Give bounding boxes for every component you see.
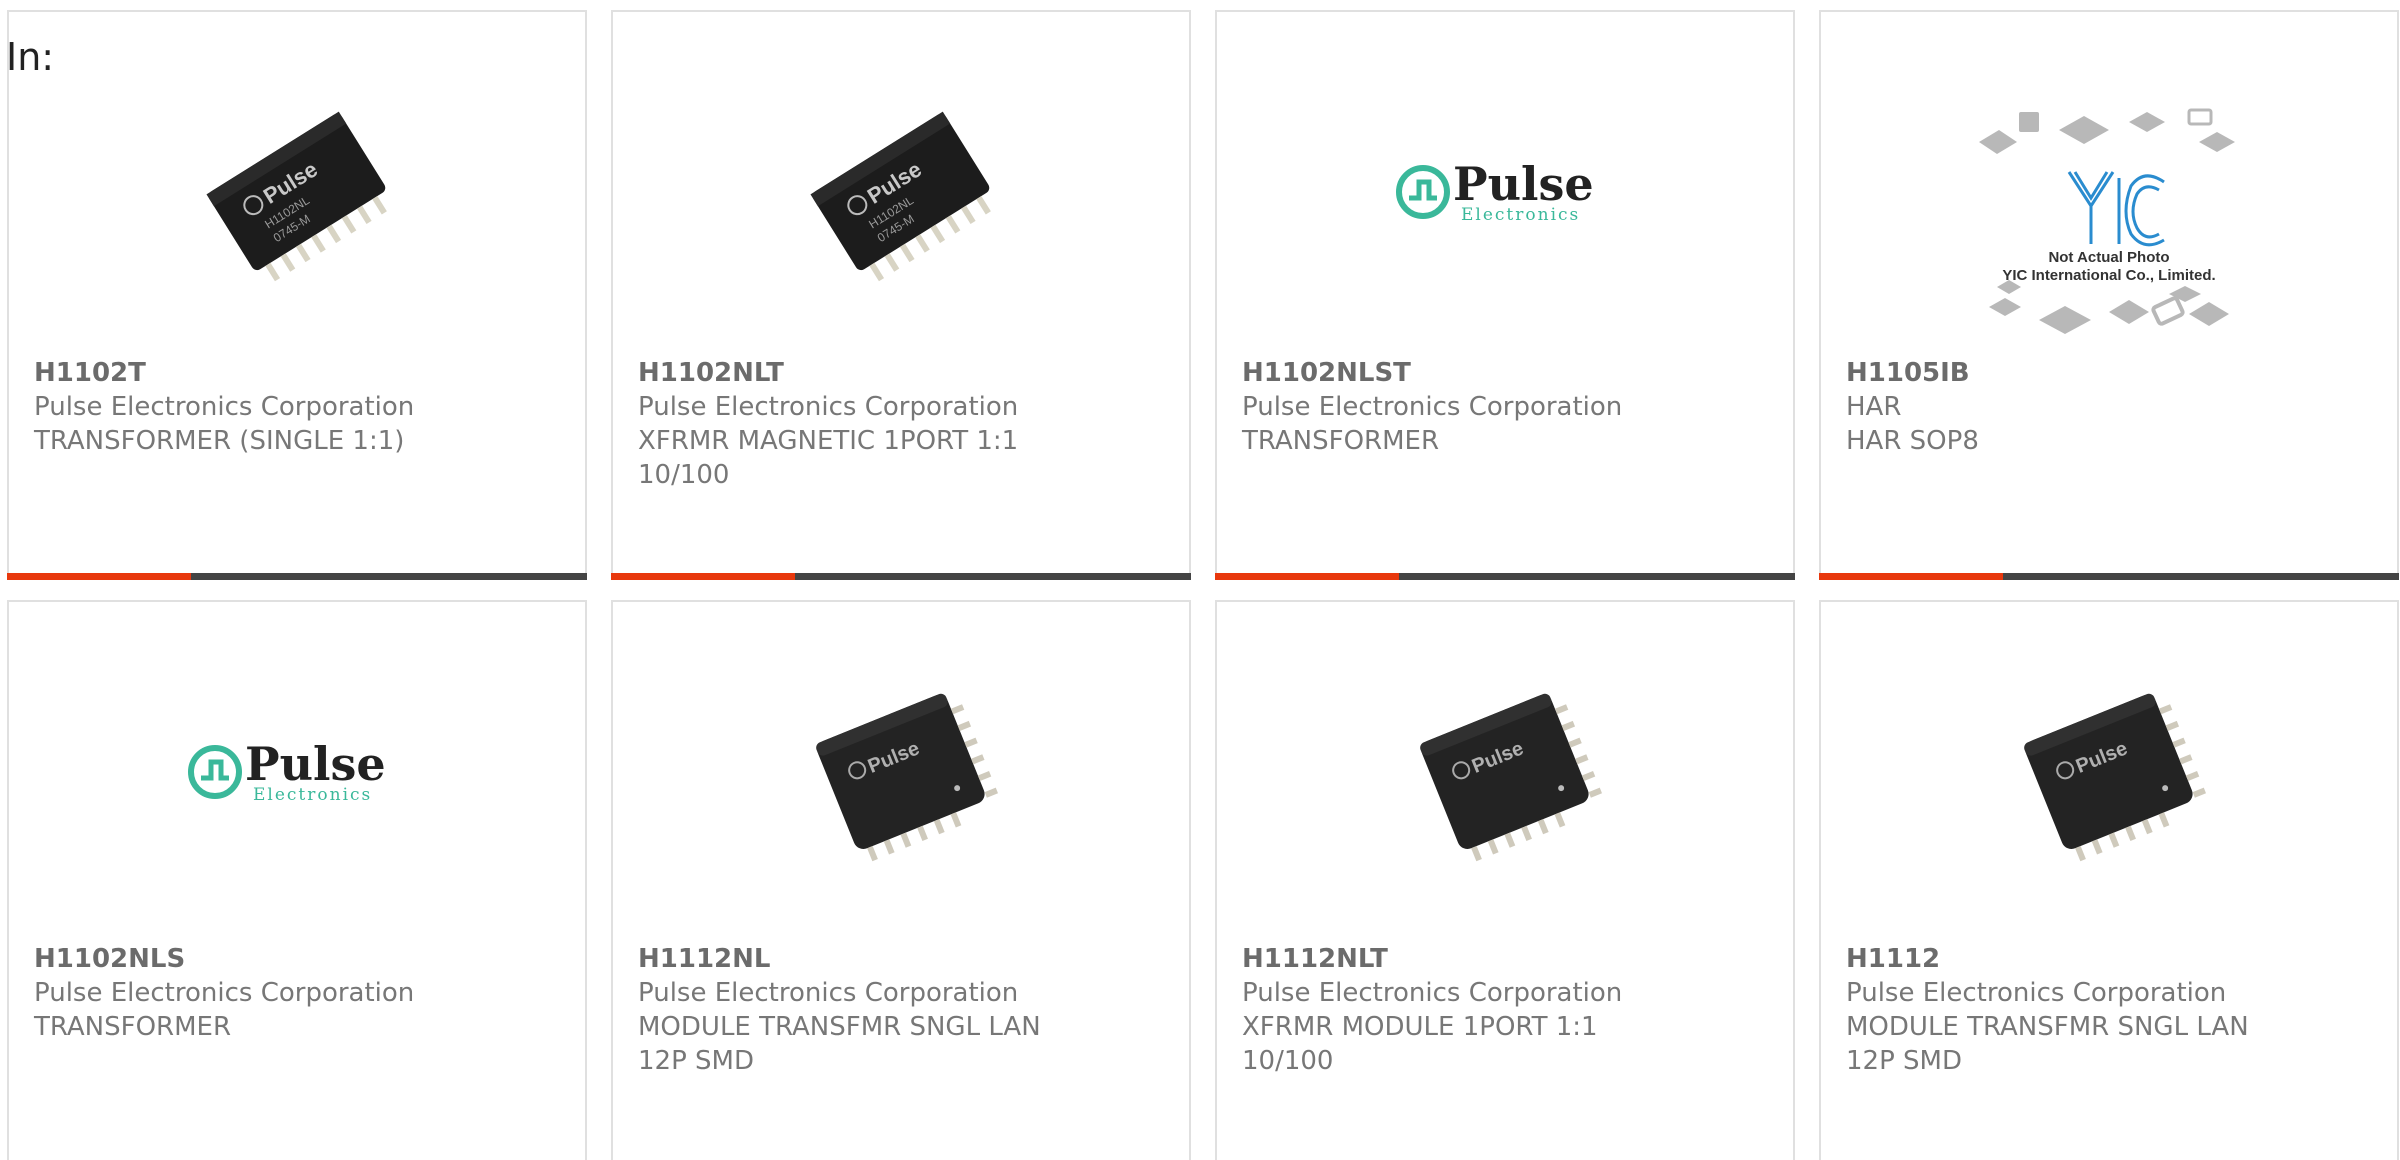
product-card[interactable]: Pulse H1112 Pulse Electronics Corporatio… [1819,600,2399,1160]
product-grid: Pulse H1102NL 0745-M H1102T Pulse Electr… [0,0,2400,1160]
card-accent [1215,573,1399,580]
part-number[interactable]: H1112NLT [1242,944,1388,974]
smd-module-image: Pulse [816,693,999,862]
product-info: H1112 Pulse Electronics Corporation MODU… [1846,942,2377,1078]
yic-placeholder-image: Not Actual Photo YIC International Co., … [1979,108,2235,334]
description: TRANSFORMER (SINGLE 1:1) [34,426,405,456]
smd-transformer-image: Pulse H1102NL 0745-M [206,111,387,282]
card-footer-bar [7,573,587,580]
card-accent [611,573,795,580]
product-card[interactable]: Pulse H1102NL 0745-M H1102NLT Pulse Elec… [611,10,1191,580]
product-info: H1112NLT Pulse Electronics Corporation X… [1242,942,1773,1078]
product-image[interactable]: Not Actual Photo YIC International Co., … [1821,92,2397,362]
product-card[interactable]: Pulse H1102NL 0745-M H1102T Pulse Electr… [7,10,587,580]
card-accent [1819,573,2003,580]
smd-module-image: Pulse [2024,693,2207,862]
product-info: H1105IB HAR HAR SOP8 [1846,356,2377,458]
product-image[interactable]: Pulse Electronics [9,652,585,892]
product-image[interactable]: Pulse [613,652,1189,892]
manufacturer: Pulse Electronics Corporation [1846,978,2227,1008]
product-image[interactable]: Pulse [1821,652,2397,892]
manufacturer: Pulse Electronics Corporation [34,978,415,1008]
description: HAR SOP8 [1846,426,1979,456]
part-number[interactable]: H1102NLS [34,944,185,974]
product-card[interactable]: Pulse H1112NLT Pulse Electronics Corpora… [1215,600,1795,1160]
product-card[interactable]: Pulse H1112NL Pulse Electronics Corporat… [611,600,1191,1160]
description: XFRMR MODULE 1PORT 1:1 10/100 [1242,1012,1598,1076]
smd-transformer-image: Pulse H1102NL 0745-M [810,111,991,282]
card-footer-bar [611,573,1191,580]
part-number[interactable]: H1105IB [1846,358,1970,388]
product-info: H1102NLST Pulse Electronics Corporation … [1242,356,1773,458]
logo-word: Pulse [1453,157,1594,211]
part-number[interactable]: H1102NLT [638,358,784,388]
description: TRANSFORMER [34,1012,232,1042]
logo-sub: Electronics [1461,205,1580,225]
pulse-logo-icon: Pulse Electronics [1396,157,1594,225]
description: MODULE TRANSFMR SNGL LAN 12P SMD [1846,1012,2249,1076]
product-image[interactable]: Pulse [1217,652,1793,892]
part-number[interactable]: H1112NL [638,944,770,974]
product-card[interactable]: Not Actual Photo YIC International Co., … [1819,10,2399,580]
product-image[interactable]: Pulse H1102NL 0745-M [613,72,1189,312]
logo-sub: Electronics [253,785,372,805]
product-image[interactable]: Pulse H1102NL 0745-M [9,72,585,312]
description: MODULE TRANSFMR SNGL LAN 12P SMD [638,1012,1041,1076]
pulse-logo-icon: Pulse Electronics [188,737,386,805]
placeholder-line2: YIC International Co., Limited. [2002,267,2215,284]
manufacturer: Pulse Electronics Corporation [1242,978,1623,1008]
product-card[interactable]: Pulse Electronics H1102NLS Pulse Electro… [7,600,587,1160]
product-card[interactable]: Pulse Electronics H1102NLST Pulse Electr… [1215,10,1795,580]
manufacturer: Pulse Electronics Corporation [638,392,1019,422]
product-info: H1102NLS Pulse Electronics Corporation T… [34,942,565,1044]
part-number[interactable]: H1102T [34,358,146,388]
logo-word: Pulse [245,737,386,791]
manufacturer: HAR [1846,392,1902,422]
product-info: H1102NLT Pulse Electronics Corporation X… [638,356,1169,492]
product-info: H1112NL Pulse Electronics Corporation MO… [638,942,1169,1078]
description: TRANSFORMER [1242,426,1440,456]
card-footer-bar [1819,573,2399,580]
card-accent [7,573,191,580]
smd-module-image: Pulse [1420,693,1603,862]
part-number[interactable]: H1102NLST [1242,358,1411,388]
product-image[interactable]: Pulse Electronics [1217,72,1793,312]
in-label: In: [6,35,55,79]
part-number[interactable]: H1112 [1846,944,1940,974]
manufacturer: Pulse Electronics Corporation [638,978,1019,1008]
description: XFRMR MAGNETIC 1PORT 1:1 10/100 [638,426,1019,490]
manufacturer: Pulse Electronics Corporation [1242,392,1623,422]
card-footer-bar [1215,573,1795,580]
manufacturer: Pulse Electronics Corporation [34,392,415,422]
placeholder-line1: Not Actual Photo [2048,249,2169,266]
product-info: H1102T Pulse Electronics Corporation TRA… [34,356,565,458]
